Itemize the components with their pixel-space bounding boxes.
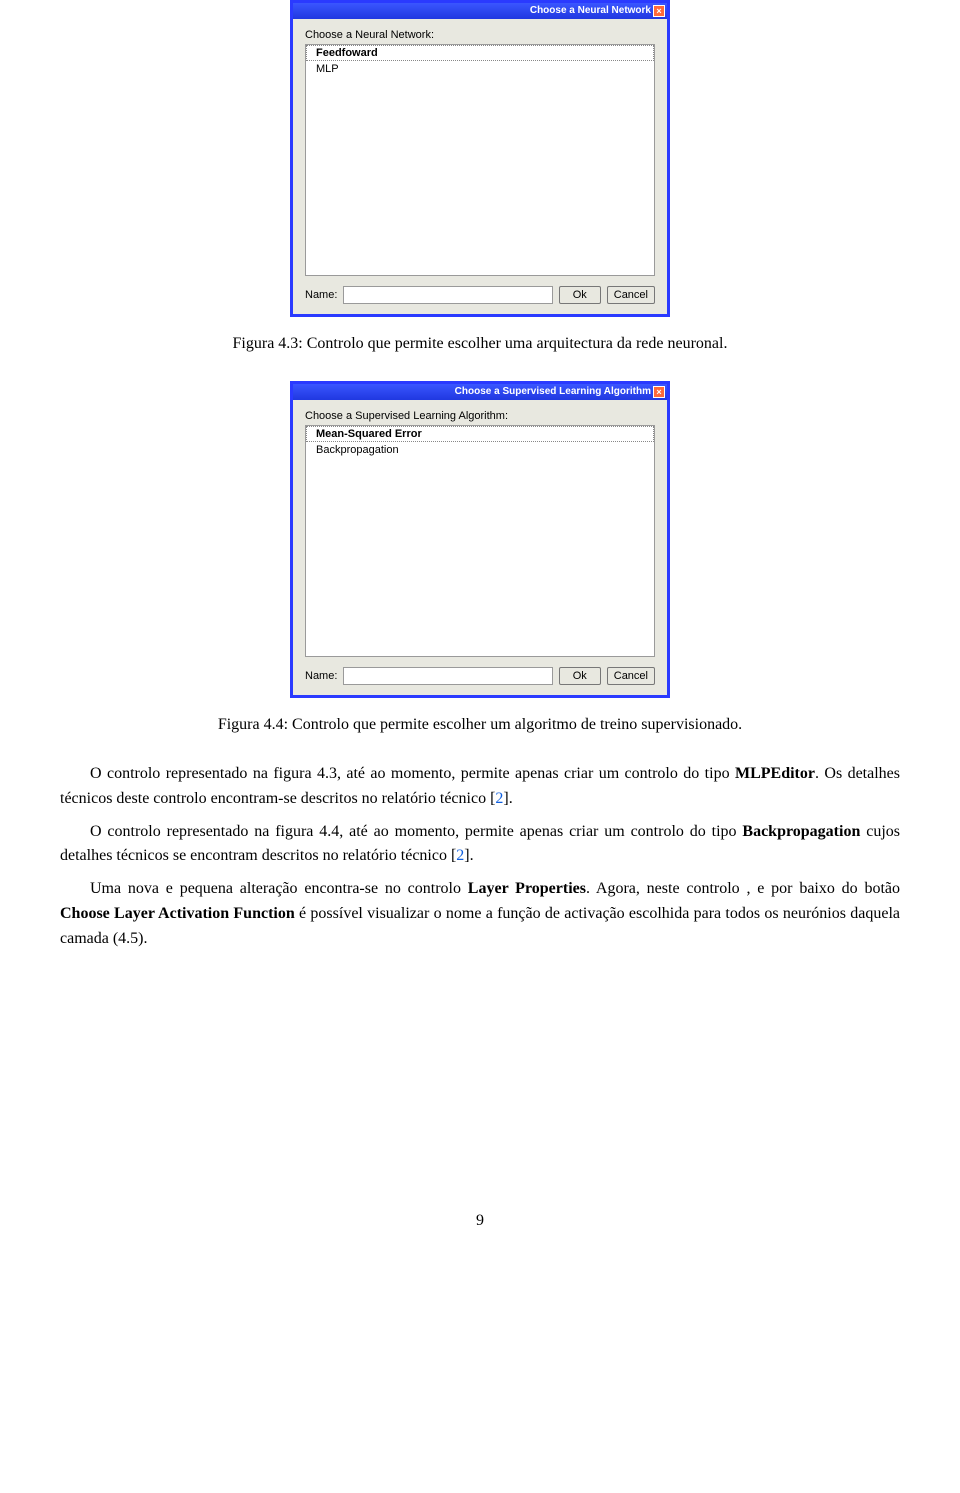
dialog-learning-algorithm: Choose a Supervised Learning Algorithm ×… — [290, 381, 670, 698]
text: ]. — [503, 790, 512, 807]
figure-1-caption: Figura 4.3: Controlo que permite escolhe… — [60, 335, 900, 353]
figure-2-caption: Figura 4.4: Controlo que permite escolhe… — [60, 716, 900, 734]
ok-button[interactable]: Ok — [559, 667, 601, 685]
list-item[interactable]: Feedfoward — [306, 45, 654, 61]
cancel-button[interactable]: Cancel — [607, 286, 655, 304]
text: Uma nova e pequena alteração encontra-se… — [90, 880, 468, 897]
list-item[interactable]: Backpropagation — [306, 442, 654, 458]
paragraph-3: Uma nova e pequena alteração encontra-se… — [60, 877, 900, 951]
dialog-footer: Name: Ok Cancel — [305, 286, 655, 304]
dialog-title: Choose a Neural Network — [530, 3, 651, 19]
cancel-button[interactable]: Cancel — [607, 667, 655, 685]
term-layer-properties: Layer Properties — [468, 880, 586, 897]
paragraph-1: O controlo representado na figura 4.3, a… — [60, 762, 900, 812]
paragraph-2: O controlo representado na figura 4.4, a… — [60, 820, 900, 870]
term-backpropagation: Backpropagation — [742, 823, 860, 840]
close-icon[interactable]: × — [653, 386, 665, 398]
dialog-neural-network: Choose a Neural Network × Choose a Neura… — [290, 0, 670, 317]
name-label: Name: — [305, 289, 337, 301]
ok-button[interactable]: Ok — [559, 286, 601, 304]
close-icon[interactable]: × — [653, 5, 665, 17]
name-input[interactable] — [343, 286, 552, 304]
network-listbox[interactable]: Feedfoward MLP — [305, 44, 655, 276]
dialog-body: Choose a Neural Network: Feedfoward MLP … — [293, 19, 667, 314]
prompt-label: Choose a Supervised Learning Algorithm: — [305, 410, 655, 422]
text: . Agora, neste controlo , e por baixo do… — [586, 880, 900, 897]
dialog-title: Choose a Supervised Learning Algorithm — [455, 384, 651, 400]
page-number: 9 — [60, 1212, 900, 1230]
name-label: Name: — [305, 670, 337, 682]
prompt-label: Choose a Neural Network: — [305, 29, 655, 41]
name-input[interactable] — [343, 667, 552, 685]
figure-1: Choose a Neural Network × Choose a Neura… — [60, 0, 900, 317]
term-choose-layer-activation: Choose Layer Activation Function — [60, 905, 295, 922]
text: ]. — [464, 847, 473, 864]
dialog-titlebar: Choose a Supervised Learning Algorithm × — [293, 384, 667, 400]
figure-2: Choose a Supervised Learning Algorithm ×… — [60, 381, 900, 698]
list-item[interactable]: Mean-Squared Error — [306, 426, 654, 442]
dialog-footer: Name: Ok Cancel — [305, 667, 655, 685]
list-item[interactable]: MLP — [306, 61, 654, 77]
algorithm-listbox[interactable]: Mean-Squared Error Backpropagation — [305, 425, 655, 657]
text: O controlo representado na figura 4.3, a… — [90, 765, 735, 782]
dialog-titlebar: Choose a Neural Network × — [293, 3, 667, 19]
term-mlpeditor: MLPEditor — [735, 765, 815, 782]
dialog-body: Choose a Supervised Learning Algorithm: … — [293, 400, 667, 695]
text: O controlo representado na figura 4.4, a… — [90, 823, 742, 840]
